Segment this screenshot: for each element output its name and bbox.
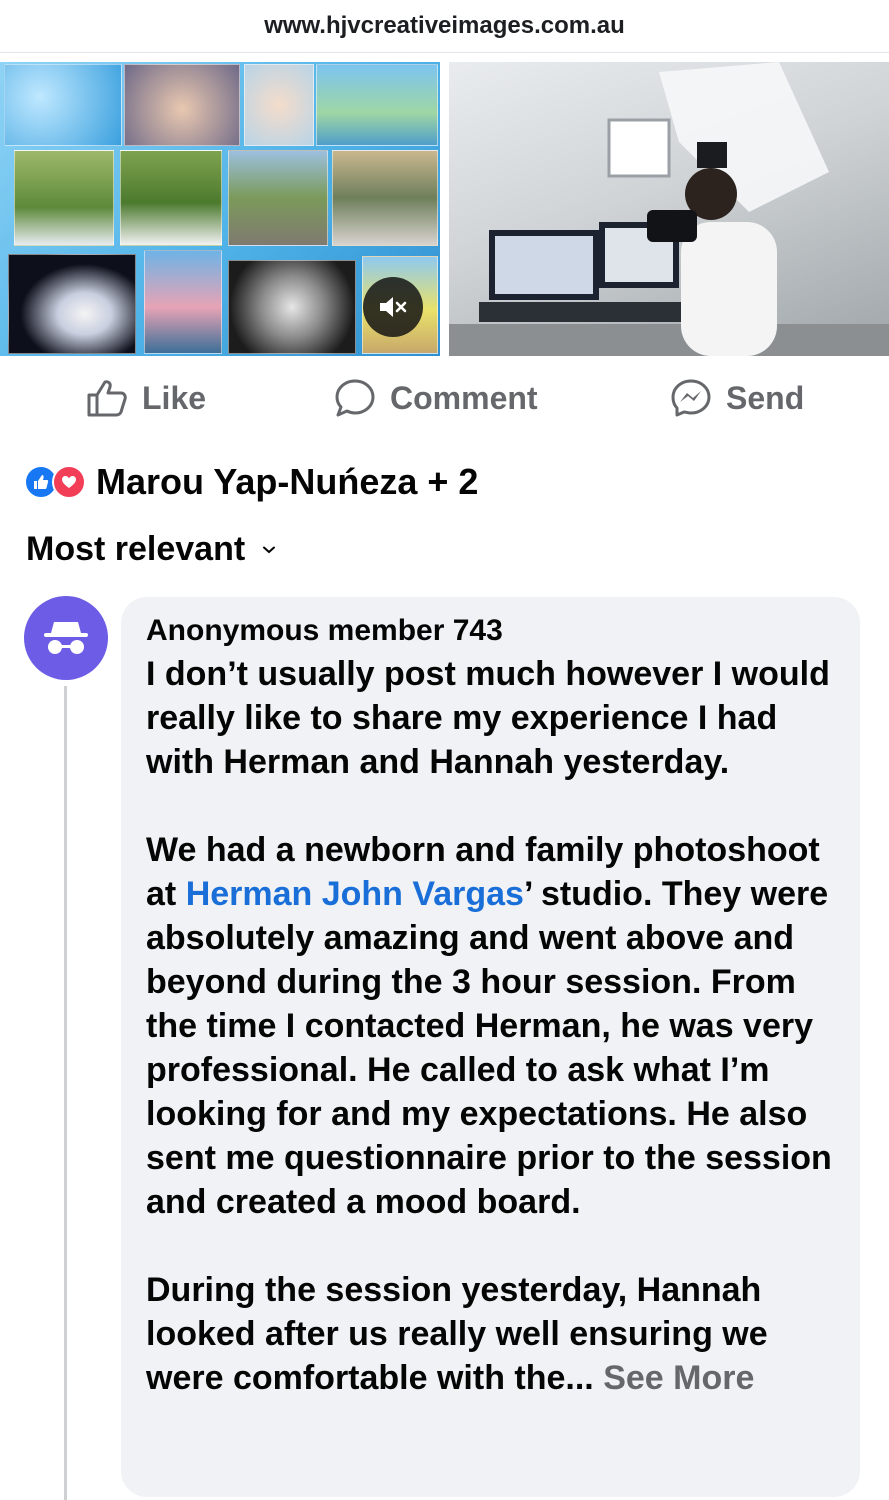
like-button[interactable]: Like <box>86 368 206 428</box>
reaction-summary[interactable]: Marou Yap-Nuńeza + 2 <box>24 458 478 506</box>
like-label: Like <box>142 379 207 416</box>
collage-photo <box>228 260 356 354</box>
send-button[interactable]: Send <box>670 368 804 428</box>
speaker-muted-icon <box>380 297 407 317</box>
love-reaction-icon <box>52 465 86 499</box>
post-actions: Like Comment Send <box>0 368 889 428</box>
collage-photo <box>14 150 114 246</box>
collage-photo <box>244 64 314 146</box>
collage-photo <box>144 250 222 354</box>
comment-body: I don’t usually post much however I woul… <box>146 652 846 1400</box>
see-more-link[interactable]: See More <box>603 1359 754 1397</box>
comment-label: Comment <box>390 379 538 416</box>
incognito-icon <box>44 622 88 654</box>
comment-paragraph: We had a newborn and family photoshoot a… <box>146 828 846 1224</box>
collage-photo <box>332 150 438 246</box>
reaction-names: Marou Yap-Nuńeza + 2 <box>96 461 479 502</box>
mute-button[interactable] <box>363 277 423 337</box>
sort-label: Most relevant <box>26 530 246 568</box>
comment-button[interactable]: Comment <box>334 368 538 428</box>
collage-photo <box>124 64 240 146</box>
comment-bubble-icon <box>335 379 375 417</box>
url-text: www.hjvcreativeimages.com.au <box>264 12 625 39</box>
studio-scene <box>449 62 889 356</box>
thread-line <box>64 686 67 1500</box>
comment-paragraph: During the session yesterday, Hannah loo… <box>146 1268 846 1400</box>
comment-paragraph: I don’t usually post much however I woul… <box>146 655 830 781</box>
send-label: Send <box>726 379 805 416</box>
url-bar[interactable]: www.hjvcreativeimages.com.au <box>0 0 889 53</box>
studio-video-thumbnail[interactable] <box>449 62 889 356</box>
collage-photo <box>228 150 328 246</box>
collage-photo <box>120 150 222 246</box>
messenger-icon <box>671 379 711 417</box>
chevron-down-icon <box>263 546 276 553</box>
avatar[interactable] <box>24 596 108 680</box>
post-media[interactable] <box>0 62 889 356</box>
comment-sort-dropdown[interactable]: Most relevant <box>26 530 276 569</box>
collage-photo <box>8 254 136 354</box>
thumbs-up-icon <box>87 380 127 417</box>
comment-text: ’ studio. They were absolutely amazing a… <box>146 875 832 1221</box>
mention-link[interactable]: Herman John Vargas <box>186 875 524 913</box>
collage-photo <box>4 64 122 146</box>
collage-photo <box>316 64 438 146</box>
comment-author[interactable]: Anonymous member 743 <box>146 614 503 648</box>
